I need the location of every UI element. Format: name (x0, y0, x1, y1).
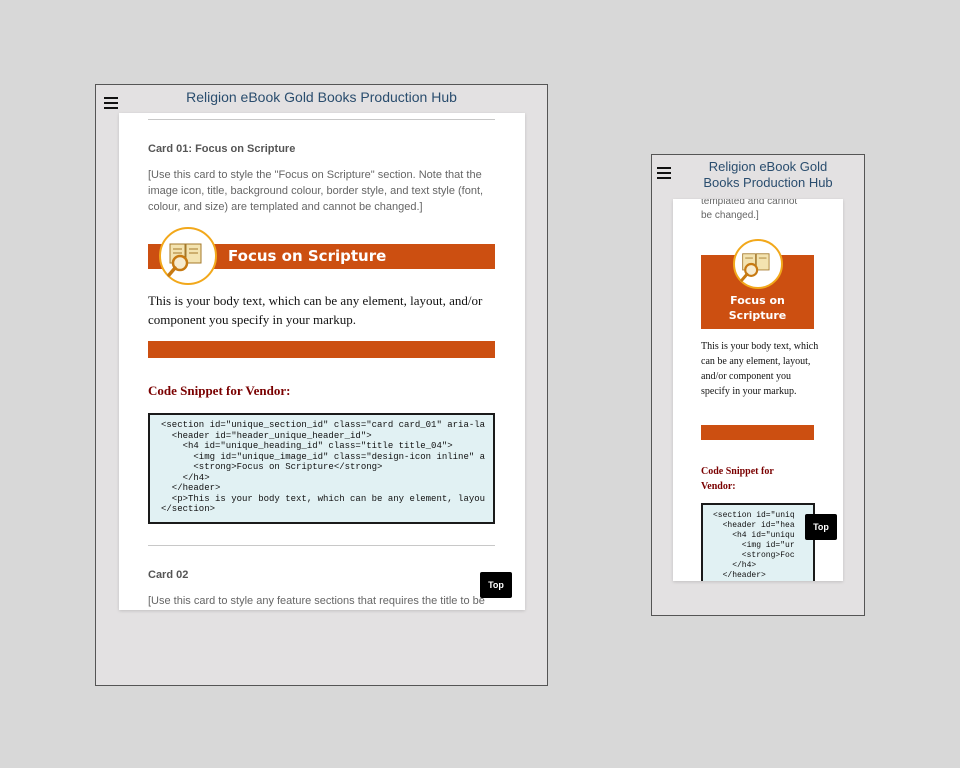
top-button[interactable]: Top (480, 572, 512, 598)
book-magnifier-icon (733, 239, 783, 289)
phone-preview-frame: Religion eBook Gold Books Production Hub… (651, 154, 865, 616)
code-snippet-box[interactable]: <section id="unique_section_id" class="c… (148, 413, 495, 524)
body-text: This is your body text, which can be any… (148, 293, 483, 327)
book-magnifier-icon (159, 227, 217, 285)
banner-title-line: Scripture (728, 309, 787, 322)
hub-title: Religion eBook Gold Books Production Hub (186, 89, 457, 105)
code-snippet: <section id="unique_section_id" class="c… (161, 420, 486, 514)
card-02-title: Card 02 (148, 569, 189, 581)
code-heading-line: Code Snippet for (701, 466, 774, 477)
code-heading-line: Vendor: (701, 481, 736, 492)
orange-bar (148, 341, 495, 358)
banner-title-line: Focus on (730, 294, 785, 307)
hamburger-menu-icon[interactable] (657, 167, 671, 179)
card-01-description: templated and cannot be changed.] (701, 199, 821, 223)
banner-title: Focus on Scripture (701, 293, 814, 323)
code-snippet-heading: Code Snippet for Vendor: (148, 383, 291, 398)
description-line: be changed.] (701, 210, 759, 221)
hub-title: Religion eBook Gold Books Production Hub (682, 159, 854, 191)
content-panel[interactable]: Card 01: Focus on Scripture [Use this ca… (119, 113, 525, 610)
code-snippet-box[interactable]: <section id="uniq <header id="hea <h4 id… (701, 503, 815, 581)
card-01-title: Card 01: Focus on Scripture (148, 143, 296, 155)
hamburger-menu-icon[interactable] (104, 97, 118, 109)
hub-title-line: Religion eBook Gold (708, 159, 828, 174)
code-snippet-heading: Code Snippet for Vendor: (701, 464, 774, 494)
divider (148, 545, 495, 546)
banner-title: Focus on Scripture (228, 247, 387, 265)
divider (148, 119, 495, 120)
code-snippet: <section id="uniq <header id="hea <h4 id… (713, 511, 795, 580)
tablet-preview-frame: Religion eBook Gold Books Production Hub… (95, 84, 548, 686)
card-01-description: [Use this card to style the "Focus on Sc… (148, 169, 484, 213)
card-02-description: [Use this card to style any feature sect… (148, 595, 485, 607)
body-text: This is your body text, which can be any… (701, 341, 819, 397)
top-button[interactable]: Top (805, 514, 837, 540)
hub-title-line: Books Production Hub (703, 175, 833, 190)
orange-bar (701, 425, 814, 440)
description-line: templated and cannot (701, 199, 798, 207)
